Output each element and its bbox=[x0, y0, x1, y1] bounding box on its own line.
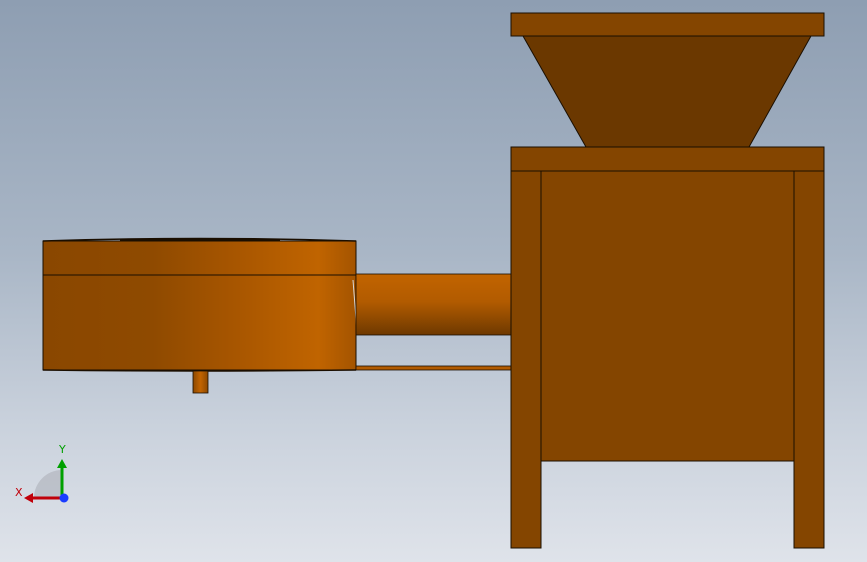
frame-part[interactable] bbox=[510, 146, 825, 549]
feed-pipe-part[interactable] bbox=[355, 273, 512, 336]
y-axis-label: Y bbox=[59, 443, 66, 456]
outlet-spout-part[interactable] bbox=[192, 370, 209, 394]
x-arrowhead-icon bbox=[24, 493, 33, 503]
z-axis-icon bbox=[59, 493, 69, 503]
graphics-viewport[interactable]: Y X bbox=[0, 0, 867, 562]
support-rod-part[interactable] bbox=[355, 365, 512, 371]
hopper-part[interactable] bbox=[510, 12, 825, 148]
model-view[interactable] bbox=[0, 0, 867, 562]
y-arrowhead-icon bbox=[57, 459, 67, 468]
triad-plane-icon bbox=[34, 470, 62, 498]
drum-part[interactable] bbox=[42, 237, 358, 372]
x-axis-label: X bbox=[15, 486, 23, 499]
coordinate-triad bbox=[24, 459, 69, 503]
